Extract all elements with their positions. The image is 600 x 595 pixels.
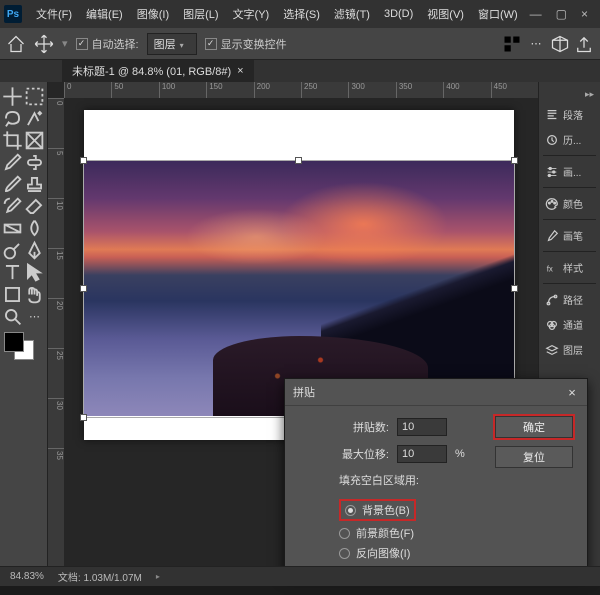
pen-tool[interactable]: [24, 240, 45, 261]
frame-tool[interactable]: [24, 130, 45, 151]
shape-tool[interactable]: [2, 284, 23, 305]
panel-color[interactable]: 颜色: [539, 191, 600, 216]
blur-tool[interactable]: [24, 218, 45, 239]
showtransform-label: 显示变换控件: [221, 36, 287, 52]
share-icon[interactable]: [574, 34, 594, 54]
move-tool-icon[interactable]: [34, 34, 54, 54]
type-tool[interactable]: [2, 262, 23, 283]
home-icon[interactable]: [6, 34, 26, 54]
3d-mode-icon[interactable]: [550, 34, 570, 54]
radio-foreground[interactable]: [339, 528, 350, 539]
move-tool[interactable]: [2, 86, 23, 107]
radio-background-label: 背景色(B): [362, 502, 410, 518]
zoom-level[interactable]: 84.83%: [10, 571, 44, 582]
radio-foreground-label: 前景颜色(F): [356, 525, 414, 541]
window-maximize-icon[interactable]: ▢: [556, 7, 567, 21]
toolbox: ⋯: [0, 82, 48, 566]
menu-3d[interactable]: 3D(D): [378, 4, 419, 24]
fill-heading: 填充空白区域用:: [299, 472, 419, 488]
window-minimize-icon[interactable]: —: [530, 7, 542, 21]
expand-panels-icon[interactable]: ▸▸: [539, 86, 600, 102]
showtransform-checkbox[interactable]: ✓: [205, 38, 217, 50]
panel-paths[interactable]: 路径: [539, 287, 600, 312]
foreground-swatch[interactable]: [4, 332, 24, 352]
eyedropper-tool[interactable]: [2, 152, 23, 173]
crop-tool[interactable]: [2, 130, 23, 151]
zoom-tool[interactable]: [2, 306, 23, 327]
panel-layers[interactable]: 图层: [539, 337, 600, 362]
edit-toolbar-icon[interactable]: ⋯: [24, 306, 45, 327]
eraser-tool[interactable]: [24, 196, 45, 217]
panel-channels[interactable]: 通道: [539, 312, 600, 337]
dodge-tool[interactable]: [2, 240, 23, 261]
gradient-tool[interactable]: [2, 218, 23, 239]
brush-tool[interactable]: [2, 174, 23, 195]
ruler-vertical: 05101520253035: [48, 98, 64, 566]
more-icon[interactable]: ⋯: [526, 34, 546, 54]
reset-button[interactable]: 复位: [495, 446, 573, 468]
max-offset-input[interactable]: [397, 445, 447, 463]
document-tab[interactable]: 未标题-1 @ 84.8% (01, RGB/8#) ×: [62, 60, 254, 82]
menu-file[interactable]: 文件(F): [30, 2, 78, 26]
tiles-dialog: 拼贴 × 确定 复位 拼贴数: 最大位移: % 填充空白区域用: 背景色(B): [284, 378, 588, 574]
document-tab-title: 未标题-1 @ 84.8% (01, RGB/8#): [72, 63, 231, 79]
hand-tool[interactable]: [24, 284, 45, 305]
window-close-icon[interactable]: ×: [581, 7, 588, 21]
dialog-title: 拼贴: [293, 384, 315, 400]
document-tabs: 未标题-1 @ 84.8% (01, RGB/8#) ×: [0, 60, 600, 82]
radio-background[interactable]: [345, 505, 356, 516]
history-brush-tool[interactable]: [2, 196, 23, 217]
menu-bar: Ps 文件(F) 编辑(E) 图像(I) 图层(L) 文字(Y) 选择(S) 滤…: [0, 0, 600, 28]
quickselect-tool[interactable]: [24, 108, 45, 129]
ruler-horizontal: 050100150200250300350400450: [64, 82, 538, 98]
ok-button[interactable]: 确定: [495, 416, 573, 438]
svg-text:fx: fx: [547, 264, 553, 273]
app-logo: Ps: [4, 5, 22, 23]
panel-paragraph[interactable]: 段落: [539, 102, 600, 127]
autoselect-target-select[interactable]: 图层: [147, 33, 197, 55]
autoselect-checkbox[interactable]: ✓: [76, 38, 88, 50]
status-bar: 84.83% 文档: 1.03M/1.07M ▸: [0, 566, 600, 586]
tile-count-label: 拼贴数:: [299, 419, 389, 435]
max-offset-label: 最大位移:: [299, 446, 389, 462]
radio-inverse[interactable]: [339, 548, 350, 559]
menu-view[interactable]: 视图(V): [421, 2, 470, 26]
autoselect-label: 自动选择:: [92, 36, 139, 52]
menu-filter[interactable]: 滤镜(T): [328, 2, 376, 26]
doc-info: 文档: 1.03M/1.07M: [58, 569, 142, 584]
menu-image[interactable]: 图像(I): [131, 2, 175, 26]
align-icon[interactable]: [502, 34, 522, 54]
menu-edit[interactable]: 编辑(E): [80, 2, 129, 26]
panel-brushsettings[interactable]: 画...: [539, 159, 600, 184]
heal-tool[interactable]: [24, 152, 45, 173]
menu-window[interactable]: 窗口(W): [472, 2, 524, 26]
stamp-tool[interactable]: [24, 174, 45, 195]
panel-history[interactable]: 历...: [539, 127, 600, 152]
radio-inverse-label: 反向图像(I): [356, 545, 410, 561]
color-swatches[interactable]: [2, 332, 45, 364]
menu-select[interactable]: 选择(S): [277, 2, 326, 26]
panel-styles[interactable]: fx样式: [539, 255, 600, 280]
percent-label: %: [455, 448, 465, 460]
path-select-tool[interactable]: [24, 262, 45, 283]
document-tab-close-icon[interactable]: ×: [237, 65, 243, 77]
options-bar: ▾ ✓ 自动选择: 图层 ✓ 显示变换控件 ⋯: [0, 28, 600, 60]
menu-type[interactable]: 文字(Y): [227, 2, 276, 26]
tile-count-input[interactable]: [397, 418, 447, 436]
lasso-tool[interactable]: [2, 108, 23, 129]
marquee-tool[interactable]: [24, 86, 45, 107]
panel-brushes[interactable]: 画笔: [539, 223, 600, 248]
dialog-close-icon[interactable]: ×: [565, 385, 579, 399]
menu-layer[interactable]: 图层(L): [177, 2, 224, 26]
